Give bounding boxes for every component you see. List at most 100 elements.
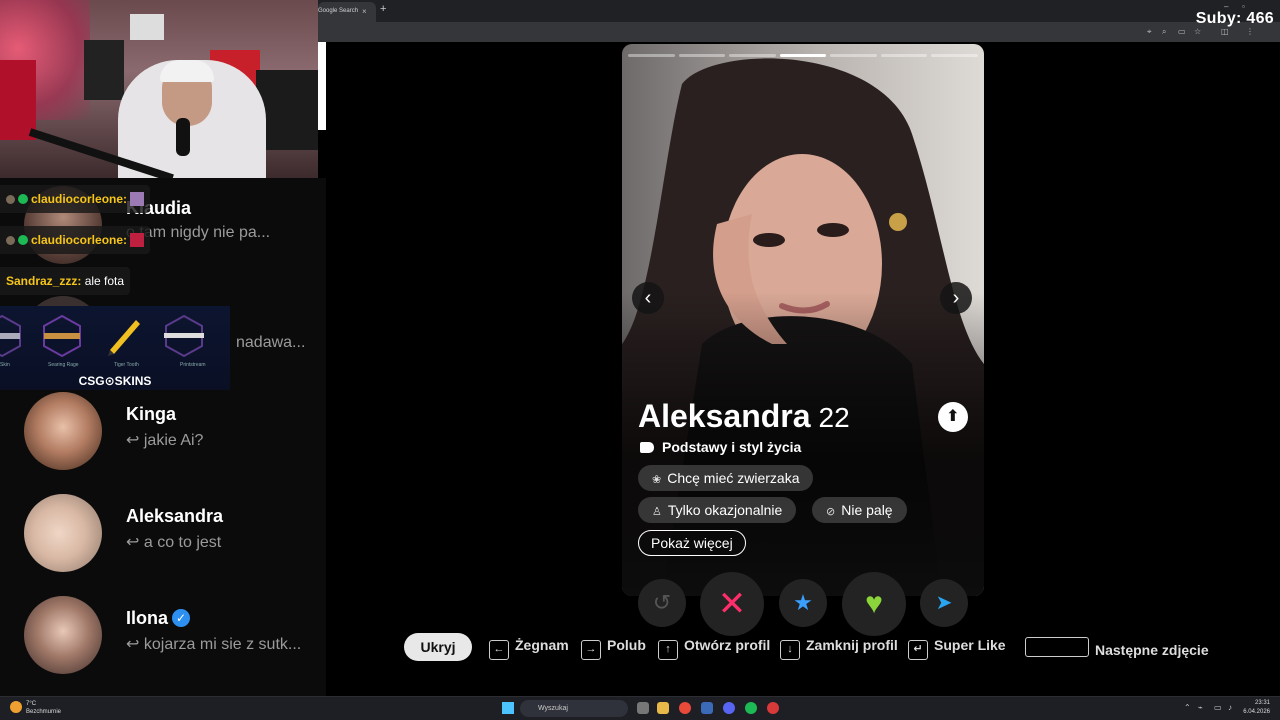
hint-close-profile: ↓ Zamknij profil <box>780 637 898 660</box>
prev-photo-button[interactable]: ‹ <box>632 282 664 314</box>
tray-chevron-icon[interactable]: ⌃ <box>1184 703 1191 712</box>
file-explorer-icon[interactable] <box>657 702 669 714</box>
chrome-icon[interactable] <box>679 702 691 714</box>
boost-button[interactable]: ➤ <box>920 579 968 627</box>
conversation-item[interactable]: Kinga ↩ jakie Ai? <box>24 392 324 472</box>
new-tab-button[interactable]: + <box>380 3 386 15</box>
lifestyle-section-title: Podstawy i styl życia <box>640 439 801 455</box>
weather-widget[interactable]: 7°C Bezchmurnie <box>26 700 61 716</box>
lifestyle-chip: ❀ Chcę mieć zwierzaka <box>638 465 814 491</box>
tab-close-icon[interactable]: × <box>362 7 367 16</box>
subscriber-counter: Suby: 466 <box>1195 10 1274 27</box>
tray-display-icon[interactable]: ▭ <box>1214 703 1222 712</box>
hint-label: Następne zdjęcie <box>1095 642 1209 658</box>
enter-key-icon: ↵ <box>908 640 928 660</box>
photo-progress-segment <box>931 54 978 57</box>
lifestyle-chip: ♙ Tylko okazjonalnie <box>638 497 797 523</box>
extensions-icon[interactable]: ◫ <box>1221 27 1229 36</box>
taskbar-search[interactable]: Wyszukaj <box>520 700 628 717</box>
photo-progress-segment <box>830 54 877 57</box>
arrow-right-key-icon: → <box>581 640 601 660</box>
avatar <box>24 494 102 572</box>
menu-dots-icon[interactable]: ⋮ <box>1246 27 1254 36</box>
hint-super-like: ↵ Super Like <box>908 637 1006 660</box>
chat-text: ale fota <box>84 274 125 288</box>
spotify-icon[interactable] <box>745 702 757 714</box>
space-key-icon <box>1025 637 1089 657</box>
profile-card[interactable]: ‹ › Aleksandra 22 ⬆ Podstawy i styl życia… <box>622 44 984 596</box>
tray-network-icon[interactable]: ⌁ <box>1198 703 1203 712</box>
bookmark-star-icon[interactable]: ☆ <box>1194 27 1201 36</box>
conversation-name: Aleksandra <box>126 506 224 526</box>
sponsor-item-label: Skin <box>0 362 10 368</box>
hide-hints-button[interactable]: Ukryj <box>404 633 472 661</box>
heart-icon: ♥ <box>865 587 883 620</box>
conversation-preview: ↩ kojarza mi sie z sutk... <box>126 634 301 654</box>
tray-volume-icon[interactable]: ♪ <box>1228 703 1232 712</box>
hint-label: Żegnam <box>515 637 569 653</box>
chat-emote-icon <box>130 192 145 206</box>
chat-sub-badge-icon <box>18 235 28 245</box>
chat-message: claudiocorleone: <box>0 185 151 213</box>
super-like-button[interactable]: ★ <box>779 579 827 627</box>
x-icon: ✕ <box>717 585 747 623</box>
browser-tab[interactable]: Google Search × <box>318 2 376 22</box>
conversation-preview: ↩ a co to jest <box>126 532 221 552</box>
avatar <box>24 596 102 674</box>
windows-start-icon[interactable] <box>502 702 514 714</box>
conversation-item[interactable]: Ilona ✓ ↩ kojarza mi sie z sutk... <box>24 596 324 676</box>
conversation-preview-text: a co to jest <box>143 534 222 551</box>
conversation-preview-text: kojarza mi sie z sutk... <box>143 636 302 653</box>
hint-nope: ← Żegnam <box>489 637 569 660</box>
zoom-icon[interactable]: ⌕ <box>1162 27 1166 37</box>
shelf-box <box>130 14 164 40</box>
cast-icon[interactable]: ▭ <box>1178 27 1186 36</box>
rewind-button[interactable]: ↺ <box>638 579 686 627</box>
arrow-down-key-icon: ↓ <box>780 640 800 660</box>
arrow-left-key-icon: ← <box>489 640 509 660</box>
webcam-feed <box>0 0 318 178</box>
clock-date: 6.04.2026 <box>1243 709 1270 715</box>
sponsor-item-label: Searing Rage <box>48 362 79 368</box>
hint-label: Zamknij profil <box>806 637 898 653</box>
task-view-icon[interactable] <box>637 702 649 714</box>
taskbar-clock[interactable]: 23:31 6.04.2026 <box>1243 699 1270 717</box>
chat-username: claudiocorleone: <box>31 192 128 206</box>
show-more-button[interactable]: Pokaż więcej <box>638 530 746 556</box>
nope-button[interactable]: ✕ <box>700 572 764 636</box>
chat-emote-icon <box>130 233 145 247</box>
chat-username: claudiocorleone: <box>31 233 128 247</box>
like-button[interactable]: ♥ <box>842 572 906 636</box>
chat-message: claudiocorleone: <box>0 226 151 254</box>
conversation-item[interactable]: Aleksandra ↩ a co to jest <box>24 494 324 574</box>
browser-toolbar: ⌖ ⌕ ▭ ☆ ◫ ⋮ <box>318 22 1280 42</box>
profile-name: Aleksandra 22 <box>638 398 850 435</box>
steam-icon[interactable] <box>701 702 713 714</box>
profile-age: 22 <box>818 402 850 433</box>
send-icon: ➤ <box>935 592 953 614</box>
taskbar: 7°C Bezchmurnie Wyszukaj ⌃ ⌁ ▭ ♪ 23:31 6… <box>0 696 1280 720</box>
conversation-preview: ↩ jakie Ai? <box>126 430 203 450</box>
chat-username: Sandraz_zzz: <box>6 274 82 288</box>
hint-label: Polub <box>607 637 646 653</box>
hint-like: → Polub <box>581 637 646 660</box>
arrow-up-key-icon: ↑ <box>658 640 678 660</box>
reply-icon: ↩ <box>126 432 144 449</box>
open-profile-button[interactable]: ⬆ <box>938 402 968 432</box>
sponsor-logo: CSG⊙SKINS <box>78 374 152 388</box>
discord-icon[interactable] <box>723 702 735 714</box>
tab-title: Google Search <box>318 8 359 14</box>
location-icon[interactable]: ⌖ <box>1147 27 1152 37</box>
photo-progress-segment <box>628 54 675 57</box>
conversation-name: Kinga <box>126 404 177 424</box>
next-photo-button[interactable]: › <box>940 282 972 314</box>
sponsor-banner: Skin Searing Rage Tiger Tooth Printstrea… <box>0 306 230 390</box>
lifestyle-section-text: Podstawy i styl życia <box>662 439 802 455</box>
obs-icon[interactable] <box>767 702 779 714</box>
chat-message: Sandraz_zzz: ale fota <box>0 267 131 295</box>
rewind-icon: ↺ <box>652 590 672 615</box>
clock-time: 23:31 <box>1254 700 1270 706</box>
profile-name-text: Aleksandra <box>638 398 811 434</box>
hint-label: Super Like <box>934 637 1006 653</box>
conversation-name-text: Ilona <box>126 608 169 628</box>
